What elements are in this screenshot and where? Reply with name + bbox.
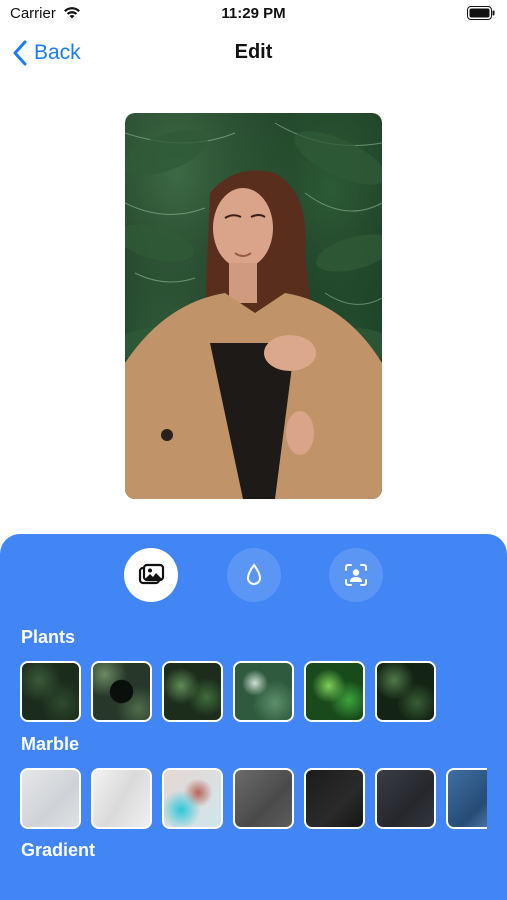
clock: 11:29 PM xyxy=(221,5,286,22)
color-mode-button[interactable] xyxy=(227,548,281,602)
marble-thumbnail[interactable] xyxy=(233,768,294,829)
section-title-plants: Plants xyxy=(21,627,76,647)
plants-thumbnail[interactable] xyxy=(304,661,365,722)
edit-panel: Plants Marble Gradient xyxy=(0,534,507,900)
navigation-bar: Back Edit xyxy=(0,30,507,76)
portrait-illustration xyxy=(125,122,382,499)
drop-icon xyxy=(246,563,262,585)
page-title: Edit xyxy=(234,41,273,63)
person-frame-icon xyxy=(345,564,367,586)
plants-thumbnail[interactable] xyxy=(162,661,223,722)
plants-thumbnail[interactable] xyxy=(91,661,152,722)
plants-thumbnail-row xyxy=(20,661,487,723)
plants-thumbnail[interactable] xyxy=(233,661,294,722)
marble-thumbnail[interactable] xyxy=(446,768,487,829)
marble-thumbnail[interactable] xyxy=(375,768,436,829)
plants-thumbnail[interactable] xyxy=(20,661,81,722)
section-title-gradient: Gradient xyxy=(21,840,96,860)
battery-icon xyxy=(467,6,495,20)
portrait-photo[interactable] xyxy=(125,113,382,499)
background-images-mode-button[interactable] xyxy=(124,548,178,602)
marble-thumbnail[interactable] xyxy=(304,768,365,829)
marble-thumbnail[interactable] xyxy=(162,768,223,829)
portrait-mode-button[interactable] xyxy=(329,548,383,602)
marble-thumbnail[interactable] xyxy=(20,768,81,829)
photo-stack-icon xyxy=(138,563,165,585)
marble-thumbnail[interactable] xyxy=(91,768,152,829)
plants-thumbnail[interactable] xyxy=(375,661,436,722)
section-title-marble: Marble xyxy=(21,734,80,754)
status-bar: Carrier 11:29 PM xyxy=(0,0,507,28)
marble-thumbnail-row xyxy=(20,768,487,830)
